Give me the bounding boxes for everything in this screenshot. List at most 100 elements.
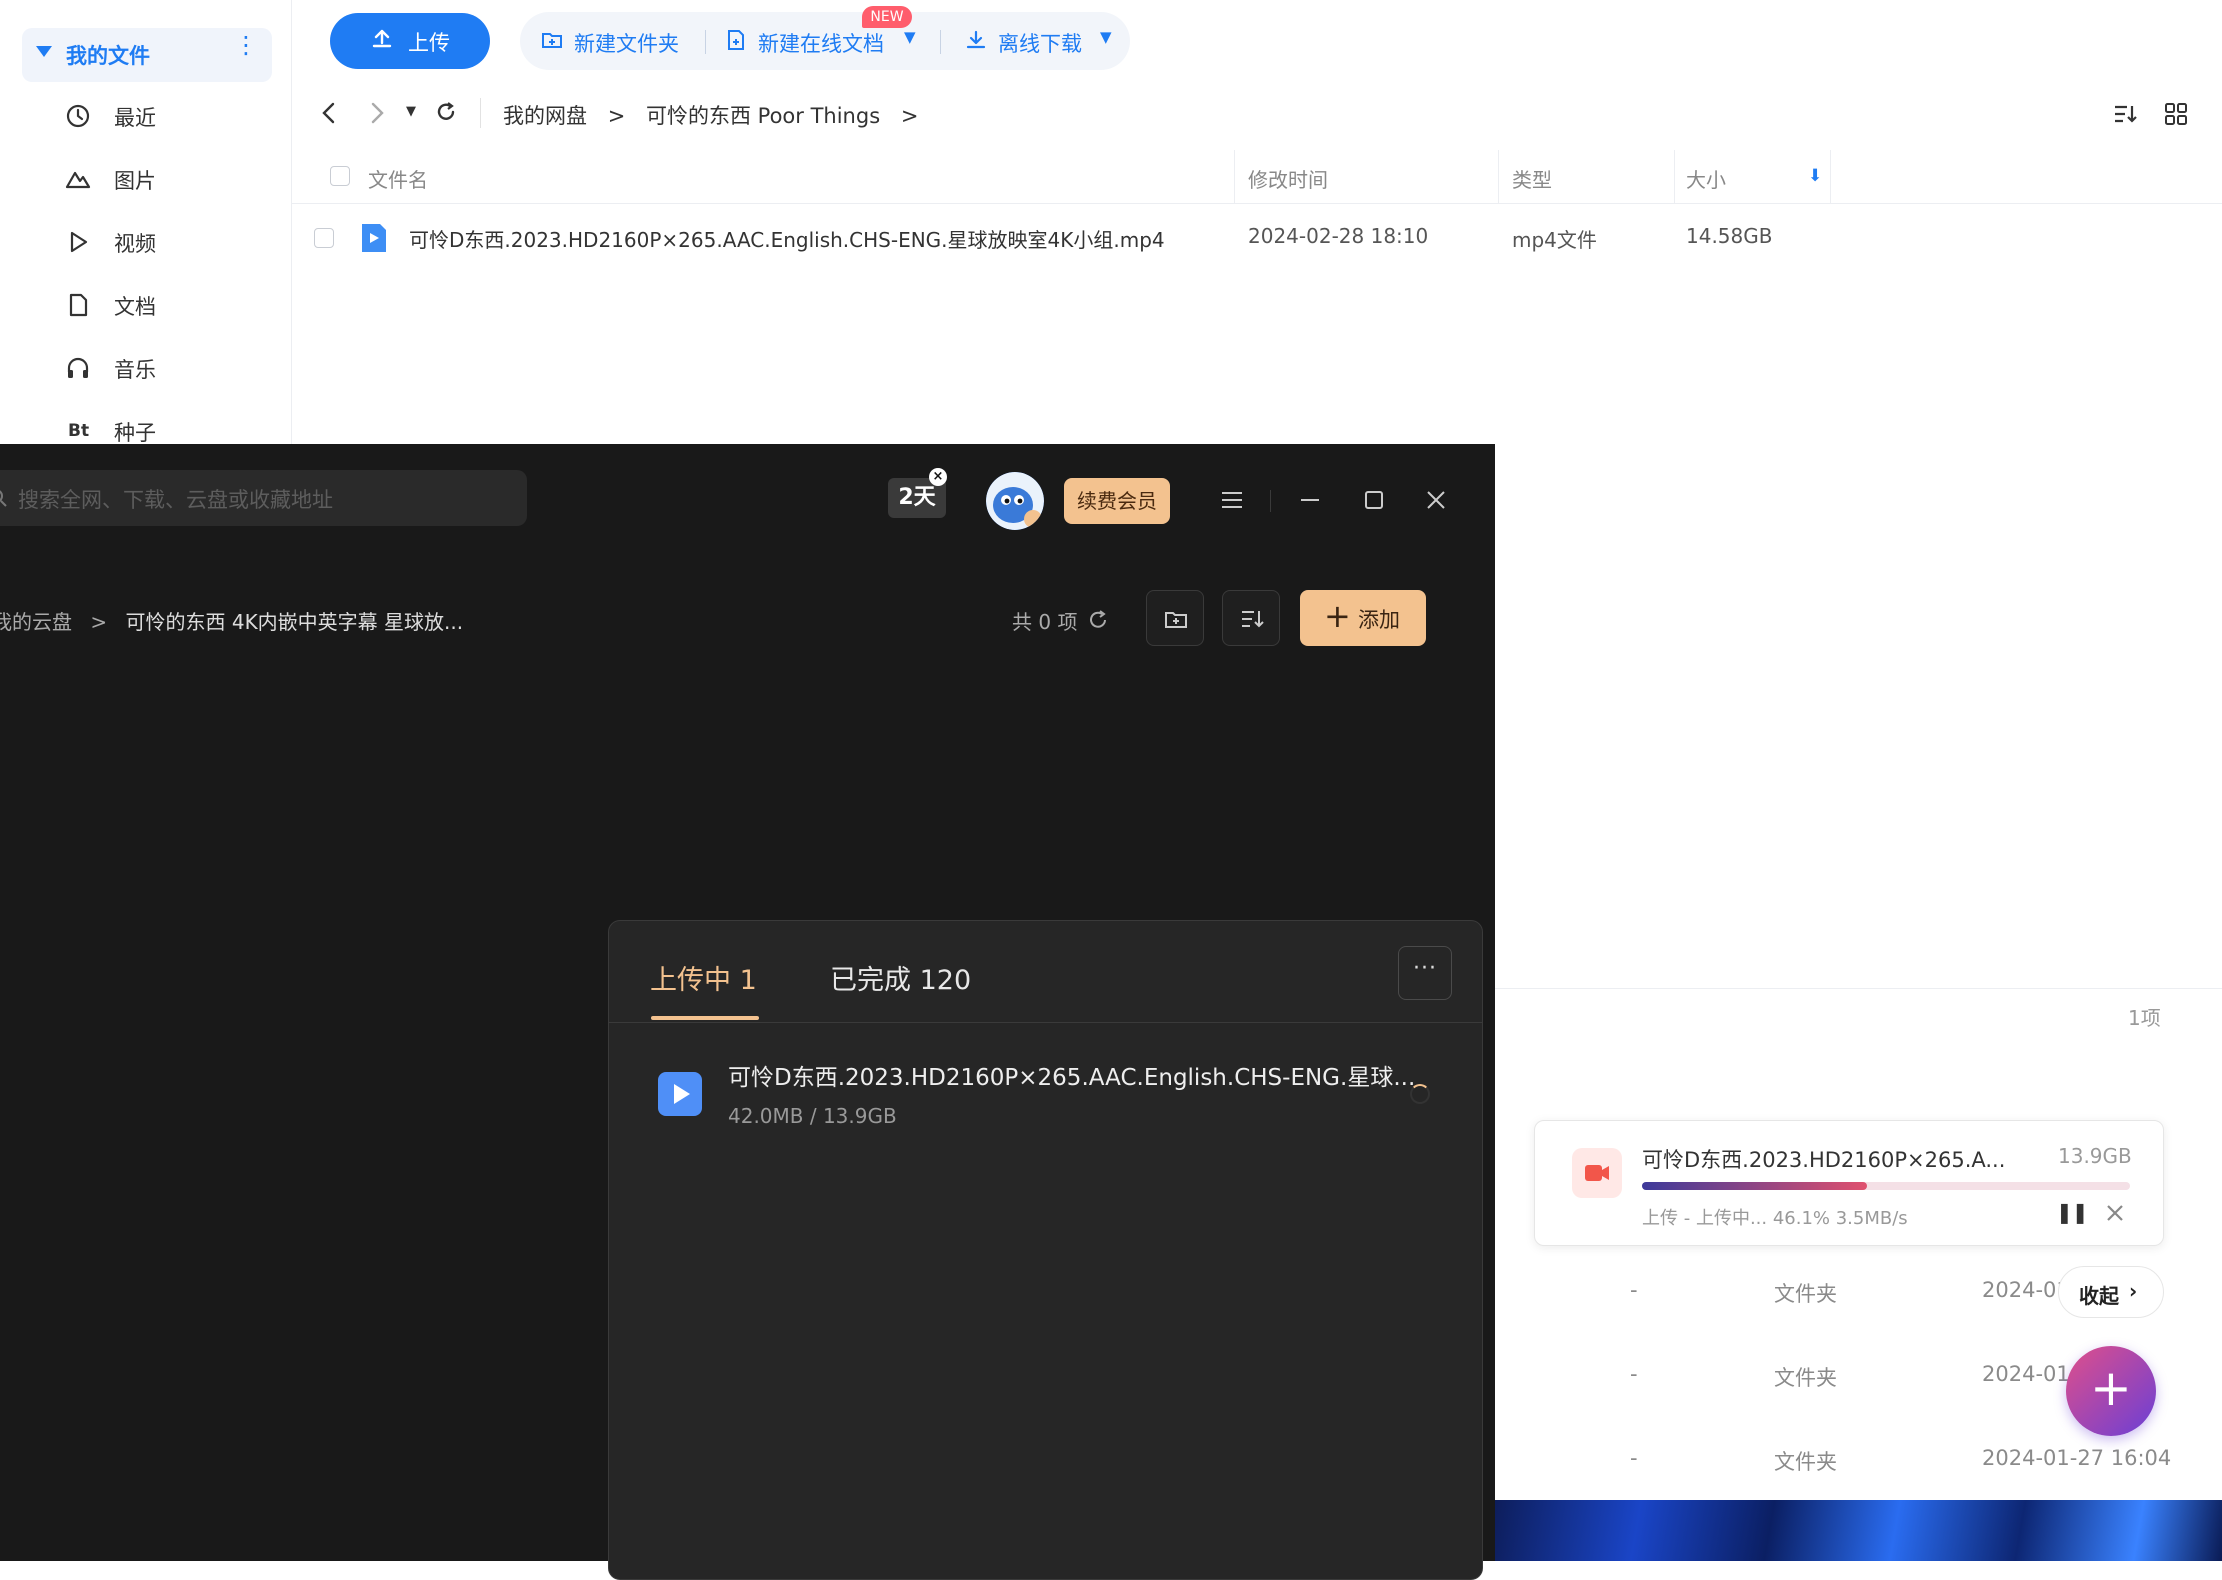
sort-icon[interactable]: [2112, 102, 2138, 126]
file-name[interactable]: 可怜D东西.2023.HD2160P×265.AAC.English.CHS-E…: [409, 224, 1165, 253]
download-icon: [966, 30, 986, 49]
caret-down-icon: ▼: [1100, 28, 1112, 46]
sidebar-item-label: 文档: [114, 295, 156, 319]
item-count: 共 0 项: [1012, 610, 1078, 634]
sidebar-item-images[interactable]: 图片: [64, 159, 264, 199]
image-icon: [65, 171, 91, 189]
history-dropdown-icon[interactable]: ▼: [406, 104, 416, 119]
list-item-date: 2024-01-27 16:04: [1982, 1446, 2172, 1470]
upload-button[interactable]: 上传: [330, 13, 490, 69]
renew-vip-button[interactable]: 续费会员: [1064, 478, 1170, 524]
row-checkbox[interactable]: [314, 228, 334, 248]
sort-button[interactable]: [1222, 590, 1280, 646]
column-divider: [1674, 150, 1675, 204]
new-folder-button[interactable]: [1146, 590, 1204, 646]
back-icon[interactable]: [318, 101, 340, 125]
dismiss-badge-icon[interactable]: ×: [929, 468, 947, 486]
new-folder-button[interactable]: 新建文件夹: [540, 26, 690, 56]
toolbar-divider: [705, 30, 706, 54]
panel-divider: [609, 1022, 1482, 1023]
tab-completed[interactable]: 已完成 120: [830, 958, 971, 997]
maximize-icon[interactable]: [1356, 482, 1392, 518]
sidebar-item-label: 音乐: [114, 358, 156, 382]
list-item-dash: -: [1630, 1362, 1638, 1386]
loading-spinner-icon: [1410, 1084, 1430, 1104]
column-name[interactable]: 文件名: [368, 164, 428, 193]
new-doc-button[interactable]: 新建在线文档 ▼: [724, 26, 924, 56]
toolbar-group: 新建文件夹 新建在线文档 ▼ 离线下载 ▼: [520, 12, 1130, 70]
breadcrumb-separator: >: [900, 104, 919, 128]
progress-fill: [1642, 1182, 1867, 1190]
new-badge: NEW: [862, 6, 912, 28]
refresh-icon[interactable]: [434, 100, 458, 124]
pause-icon[interactable]: ❚❚: [2056, 1200, 2089, 1224]
sidebar-item-music[interactable]: 音乐: [64, 348, 264, 388]
document-icon: [69, 293, 88, 317]
menu-icon[interactable]: [1214, 482, 1250, 518]
caret-down-icon: ▼: [904, 28, 916, 46]
forward-icon[interactable]: [366, 101, 388, 125]
window-divider: [1270, 490, 1271, 512]
offline-download-button[interactable]: 离线下载 ▼: [964, 26, 1124, 56]
minimize-icon[interactable]: [1292, 482, 1328, 518]
grid-view-icon[interactable]: [2164, 102, 2188, 126]
more-options-button[interactable]: ···: [1398, 946, 1452, 1000]
breadcrumb-root[interactable]: 我的云盘: [0, 610, 72, 634]
headphones-icon: [67, 357, 89, 378]
sidebar-item-label: 视频: [114, 232, 156, 256]
new-folder-icon: [1165, 612, 1187, 628]
select-all-checkbox[interactable]: [330, 166, 350, 186]
search-icon: [0, 490, 7, 507]
active-tab-indicator: [651, 1016, 759, 1020]
column-divider: [1498, 150, 1499, 204]
offline-download-label: 离线下载: [998, 32, 1082, 56]
list-item-date: 2024-01-: [1982, 1362, 2078, 1386]
more-vertical-icon[interactable]: ⋮: [234, 33, 258, 57]
sidebar-item-label: 图片: [114, 169, 156, 193]
fab-add-button[interactable]: +: [2066, 1346, 2156, 1436]
collapse-label: 收起: [2079, 1284, 2119, 1308]
sidebar-item-recent[interactable]: 最近: [64, 96, 264, 136]
sidebar-my-files[interactable]: 我的文件 ⋮: [22, 28, 272, 82]
file-size: 14.58GB: [1686, 224, 1773, 248]
list-item-type: 文件夹: [1774, 1450, 1837, 1474]
upload-file-size: 42.0MB / 13.9GB: [728, 1104, 897, 1128]
sidebar-item-documents[interactable]: 文档: [64, 285, 264, 325]
column-type[interactable]: 类型: [1512, 164, 1552, 193]
file-type: mp4文件: [1512, 228, 1597, 252]
breadcrumb-root[interactable]: 我的网盘: [503, 104, 587, 128]
close-window-icon[interactable]: [1418, 482, 1454, 518]
progress-file-size: 13.9GB: [2058, 1144, 2132, 1168]
add-button[interactable]: + 添加: [1300, 590, 1426, 646]
tab-uploading[interactable]: 上传中 1: [650, 958, 757, 997]
video-camera-icon: [1572, 1148, 1622, 1198]
sidebar-my-files-label: 我的文件: [66, 44, 150, 68]
progress-file-name: 可怜D东西.2023.HD2160P×265.A...: [1642, 1148, 2006, 1172]
column-size[interactable]: 大小: [1686, 164, 1726, 193]
breadcrumb: 我的网盘 > 可怜的东西 Poor Things >: [503, 100, 918, 130]
breadcrumb-separator: >: [607, 104, 626, 128]
search-input[interactable]: 搜索全网、下载、云盘或收藏地址: [0, 470, 527, 526]
dark-breadcrumb: 我的云盘 > 可怜的东西 4K内嵌中英字幕 星球放...: [0, 606, 463, 635]
new-folder-icon: [542, 33, 562, 48]
table-header: 文件名 修改时间 类型 大小 ⬇: [292, 150, 2222, 204]
list-item-dash: -: [1630, 1278, 1638, 1302]
clock-icon: [66, 104, 90, 128]
breadcrumb-folder[interactable]: 可怜的东西 4K内嵌中英字幕 星球放...: [125, 610, 463, 634]
video-file-icon: [658, 1072, 702, 1116]
new-doc-icon: [728, 30, 744, 50]
close-icon[interactable]: [2104, 1202, 2126, 1224]
list-item-type: 文件夹: [1774, 1366, 1837, 1390]
cloud-footer: [1494, 988, 2222, 1050]
caret-down-icon: [36, 46, 52, 57]
breadcrumb-separator: >: [90, 610, 108, 634]
sidebar-item-label: 最近: [114, 106, 156, 130]
breadcrumb-folder[interactable]: 可怜的东西 Poor Things: [646, 104, 880, 128]
refresh-icon[interactable]: [1086, 608, 1110, 632]
table-row[interactable]: 可怜D东西.2023.HD2160P×265.AAC.English.CHS-E…: [292, 210, 2222, 266]
collapse-button[interactable]: 收起 ›: [2058, 1266, 2164, 1318]
sidebar-item-videos[interactable]: 视频: [64, 222, 264, 262]
sort-icon: [1242, 611, 1264, 628]
column-modified[interactable]: 修改时间: [1248, 164, 1328, 193]
avatar[interactable]: [986, 472, 1044, 530]
